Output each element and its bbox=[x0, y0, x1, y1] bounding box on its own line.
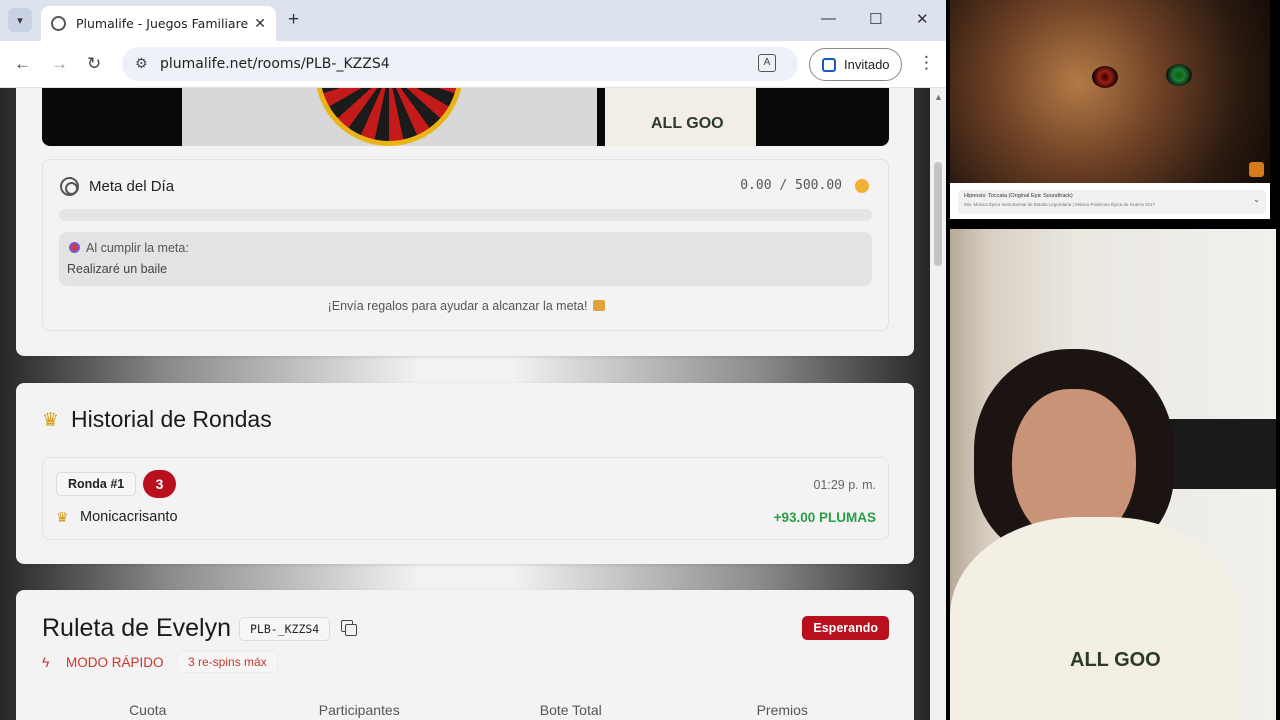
browser-toolbar: ← → ↻ ⚙ plumalife.net/rooms/PLB-_KZZS4 A… bbox=[0, 41, 946, 88]
roulette-card: Ruleta de Evelyn PLB-_KZZS4 Esperando ϟ … bbox=[16, 590, 914, 720]
dart-icon bbox=[69, 242, 80, 253]
scrollbar[interactable]: ▲ bbox=[930, 88, 946, 720]
round-time: 01:29 p. m. bbox=[813, 478, 876, 492]
copy-icon[interactable] bbox=[341, 620, 357, 636]
round-badge: 3 bbox=[143, 470, 176, 498]
minimize-icon[interactable]: — bbox=[821, 10, 836, 27]
profile-label: Invitado bbox=[844, 57, 890, 72]
goal-footer: ¡Envía regalos para ayudar a alcanzar la… bbox=[43, 299, 890, 313]
chevron-down-icon[interactable]: ⌄ bbox=[1253, 195, 1260, 204]
more-vert-icon[interactable]: ⋮ bbox=[918, 53, 935, 73]
round-label: Ronda #1 bbox=[56, 472, 137, 496]
channel-logo-icon bbox=[1249, 162, 1264, 177]
maximize-icon[interactable]: ☐ bbox=[869, 10, 882, 28]
mode-label: MODO RÁPIDO bbox=[66, 655, 164, 670]
chevron-down-icon[interactable]: ▾ bbox=[8, 8, 32, 32]
round-winner: Monicacrisanto bbox=[80, 509, 178, 525]
stat-header-premios: Premios bbox=[756, 702, 808, 718]
stat-header-participantes: Participantes bbox=[318, 702, 400, 718]
history-title: Historial de Rondas bbox=[71, 406, 272, 432]
person-icon bbox=[822, 57, 836, 72]
globe-icon bbox=[51, 16, 66, 31]
stream-side-panel: Hipnosis: Toccata (Original Epic Soundtr… bbox=[946, 0, 1280, 720]
goal-reward-box: Al cumplir la meta: Realizaré un baile bbox=[59, 232, 872, 286]
round-item: Ronda #1 3 01:29 p. m. ♛ Monicacrisanto … bbox=[42, 457, 889, 540]
target-icon bbox=[60, 177, 79, 196]
gift-icon bbox=[593, 300, 606, 311]
reload-icon[interactable]: ↻ bbox=[87, 54, 101, 74]
tab-title: Plumalife - Juegos Familiares a bbox=[76, 16, 249, 31]
meta-section: ALL GOO Meta del Día 0.00 / 500.00 Al cu… bbox=[16, 88, 914, 356]
url-text[interactable]: plumalife.net/rooms/PLB-_KZZS4 bbox=[160, 56, 390, 72]
goal-progress-bar bbox=[59, 209, 872, 221]
guest-video: ALL GOO bbox=[605, 88, 756, 146]
cam-shirt-text: ALL GOO bbox=[1070, 649, 1161, 671]
roulette-title: Ruleta de Evelyn bbox=[42, 614, 232, 642]
stat-header-cuota: Cuota bbox=[129, 702, 167, 718]
plus-icon[interactable]: + bbox=[288, 9, 299, 31]
person-shirt: ALL GOO bbox=[950, 517, 1240, 720]
video-strip: ALL GOO bbox=[42, 88, 889, 146]
forward-icon[interactable]: → bbox=[51, 54, 68, 74]
translate-icon[interactable]: A bbox=[758, 54, 776, 72]
owl-video bbox=[950, 0, 1270, 183]
winner-trophy-icon: ♛ bbox=[56, 509, 69, 525]
close-icon[interactable]: ✕ bbox=[254, 15, 266, 32]
page-viewport: ALL GOO Meta del Día 0.00 / 500.00 Al cu… bbox=[0, 88, 930, 720]
reward-heading: Al cumplir la meta: bbox=[69, 241, 189, 255]
shirt-text: ALL GOO bbox=[651, 115, 724, 132]
respins-badge: 3 re-spins máx bbox=[177, 651, 278, 673]
active-tab[interactable]: Plumalife - Juegos Familiares a ✕ bbox=[41, 6, 276, 41]
stats-headers: Cuota Participantes Bote Total Premios bbox=[42, 702, 888, 718]
webcam-video: ALL GOO bbox=[950, 229, 1276, 720]
coin-icon bbox=[855, 179, 869, 193]
lightning-icon: ϟ bbox=[42, 654, 50, 670]
reward-text: Realizaré un baile bbox=[67, 262, 168, 276]
tune-icon[interactable]: ⚙ bbox=[135, 55, 148, 72]
browser-window: ▾ Plumalife - Juegos Familiares a ✕ + — … bbox=[0, 0, 946, 720]
roulette-wheel-image bbox=[315, 88, 463, 146]
now-playing-box[interactable]: Hipnosis: Toccata (Original Epic Soundtr… bbox=[958, 190, 1266, 214]
goal-label: Meta del Día bbox=[89, 178, 175, 195]
scrollbar-thumb[interactable] bbox=[934, 162, 942, 266]
tab-strip: ▾ Plumalife - Juegos Familiares a ✕ + — … bbox=[0, 0, 946, 41]
address-bar[interactable]: ⚙ plumalife.net/rooms/PLB-_KZZS4 A bbox=[122, 47, 798, 81]
round-history-card: ♛ Historial de Rondas Ronda #1 3 01:29 p… bbox=[16, 383, 914, 564]
scroll-up-icon[interactable]: ▲ bbox=[934, 92, 943, 102]
round-amount: +93.00 PLUMAS bbox=[773, 510, 876, 525]
daily-goal-card: Meta del Día 0.00 / 500.00 Al cumplir la… bbox=[42, 159, 889, 331]
music-player: Hipnosis: Toccata (Original Epic Soundtr… bbox=[950, 183, 1270, 219]
close-window-icon[interactable]: ✕ bbox=[916, 10, 929, 28]
profile-button[interactable]: Invitado bbox=[809, 48, 902, 81]
back-icon[interactable]: ← bbox=[14, 54, 31, 74]
host-video bbox=[182, 88, 597, 146]
track-title: Hipnosis: Toccata (Original Epic Soundtr… bbox=[964, 193, 1073, 199]
room-code: PLB-_KZZS4 bbox=[239, 617, 331, 641]
goal-counter: 0.00 / 500.00 bbox=[740, 178, 842, 193]
trophy-icon: ♛ bbox=[42, 410, 60, 431]
track-subtitle: Mix: Música Épica Instrumental de Batall… bbox=[964, 202, 1156, 207]
status-badge: Esperando bbox=[802, 616, 889, 640]
owl-eye-right bbox=[1166, 64, 1192, 86]
stat-header-bote: Bote Total bbox=[539, 702, 602, 718]
owl-eye-left bbox=[1092, 66, 1118, 88]
